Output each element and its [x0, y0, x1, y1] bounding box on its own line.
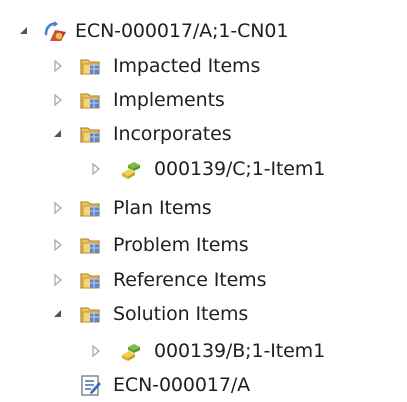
item-revision-icon	[119, 157, 143, 181]
tree-node-label: ECN-000017/A;1-CN01	[75, 20, 289, 42]
collapsed-arrow-icon[interactable]	[89, 344, 103, 358]
item-revision-icon	[119, 339, 143, 363]
tree-node-impacted-items[interactable]: Impacted Items	[0, 50, 407, 82]
tree-node-label: ECN-000017/A	[113, 374, 251, 396]
collapsed-arrow-icon[interactable]	[51, 201, 65, 215]
tree-node-label: Solution Items	[113, 303, 249, 325]
tree-node-solution-items[interactable]: Solution Items	[0, 298, 407, 330]
folder-icon	[79, 196, 103, 220]
tree-node-000139-c[interactable]: 000139/C;1-Item1	[0, 153, 407, 185]
tree-node-incorporates[interactable]: Incorporates	[0, 118, 407, 150]
tree-node-label: Plan Items	[113, 197, 212, 219]
folder-icon	[79, 233, 103, 257]
tree-node-root[interactable]: ECN-000017/A;1-CN01	[0, 15, 407, 47]
tree-node-reference-items[interactable]: Reference Items	[0, 264, 407, 296]
form-icon	[79, 373, 103, 397]
tree-node-label: 000139/B;1-Item1	[154, 340, 326, 362]
collapsed-arrow-icon[interactable]	[51, 93, 65, 107]
tree-node-plan-items[interactable]: Plan Items	[0, 192, 407, 224]
tree-node-label: Incorporates	[113, 123, 232, 145]
tree-node-implements[interactable]: Implements	[0, 84, 407, 116]
change-notice-icon	[43, 19, 67, 43]
collapsed-arrow-icon[interactable]	[51, 273, 65, 287]
folder-icon	[79, 268, 103, 292]
folder-icon	[79, 122, 103, 146]
collapsed-arrow-icon[interactable]	[51, 238, 65, 252]
collapsed-arrow-icon[interactable]	[89, 162, 103, 176]
tree-view: ECN-000017/A;1-CN01 Impacted Items Imple…	[0, 0, 407, 402]
tree-node-problem-items[interactable]: Problem Items	[0, 229, 407, 261]
tree-node-label: Implements	[113, 89, 225, 111]
expanded-arrow-icon[interactable]	[51, 307, 65, 321]
tree-node-ecn-000017-a[interactable]: ECN-000017/A	[0, 369, 407, 401]
collapsed-arrow-icon[interactable]	[51, 59, 65, 73]
folder-icon	[79, 302, 103, 326]
expanded-arrow-icon[interactable]	[17, 24, 31, 38]
tree-node-label: Impacted Items	[113, 55, 261, 77]
tree-node-label: 000139/C;1-Item1	[154, 158, 326, 180]
folder-icon	[79, 54, 103, 78]
folder-icon	[79, 88, 103, 112]
expanded-arrow-icon[interactable]	[51, 127, 65, 141]
tree-node-000139-b[interactable]: 000139/B;1-Item1	[0, 335, 407, 367]
tree-node-label: Problem Items	[113, 234, 249, 256]
tree-node-label: Reference Items	[113, 269, 267, 291]
